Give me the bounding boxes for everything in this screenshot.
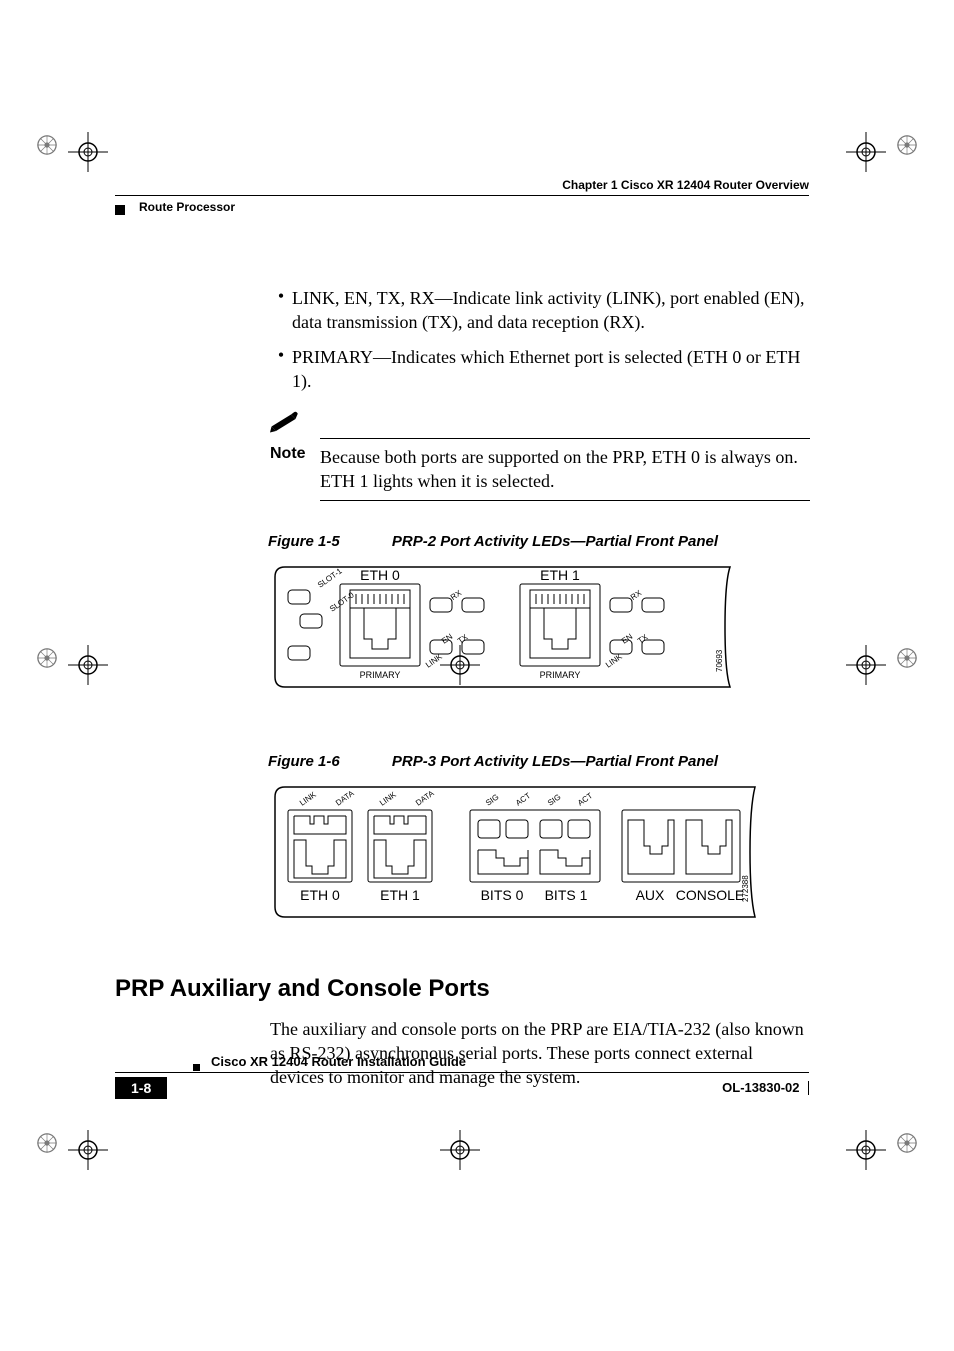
crosshair-icon <box>68 1130 108 1170</box>
figure-number: Figure 1-6 <box>268 753 340 770</box>
fig-label-sig: SIG <box>484 792 500 807</box>
figure-number: Figure 1-5 <box>268 533 340 550</box>
footer-title: Cisco XR 12404 Router Installation Guide <box>211 1054 466 1069</box>
footer-marker <box>193 1064 200 1071</box>
fig-label-tx: TX <box>636 632 650 646</box>
fig-label-link: LINK <box>298 789 318 807</box>
registration-mark <box>894 645 920 671</box>
fig-label-primary: PRIMARY <box>540 670 581 680</box>
crosshair-icon <box>846 645 886 685</box>
fig-label-eth0: ETH 0 <box>360 567 400 583</box>
fig-label-sig: SIG <box>546 792 562 807</box>
fig-label-eth1: ETH 1 <box>540 567 580 583</box>
fig-label-primary: PRIMARY <box>360 670 401 680</box>
bullet-text: PRIMARY—Indicates which Ethernet port is… <box>292 345 810 394</box>
fig-label-act: ACT <box>576 791 594 808</box>
figure-id: 272388 <box>741 875 750 902</box>
fig-label-bits1: BITS 1 <box>545 887 588 903</box>
document-id: OL-13830-02 <box>722 1080 809 1096</box>
bullet-marker: • <box>270 345 292 394</box>
registration-mark <box>894 132 920 158</box>
fig-label-slot0: SLOT-0 <box>328 590 356 613</box>
registration-mark <box>34 132 60 158</box>
fig-label-eth0: ETH 0 <box>300 887 340 903</box>
note-text: Because both ports are supported on the … <box>320 445 810 494</box>
bullet-text: LINK, EN, TX, RX—Indicate link activity … <box>292 286 810 335</box>
fig-label-console: CONSOLE <box>676 887 744 903</box>
section-heading: PRP Auxiliary and Console Ports <box>115 975 810 1003</box>
crosshair-icon <box>846 132 886 172</box>
footer: Cisco XR 12404 Router Installation Guide… <box>115 1072 809 1073</box>
crosshair-icon <box>846 1130 886 1170</box>
registration-mark <box>894 1130 920 1156</box>
pencil-icon <box>270 411 300 433</box>
header-chapter: Chapter 1 Cisco XR 12404 Router Overview <box>562 178 809 192</box>
bullet-marker: • <box>270 286 292 335</box>
figure-1-6: LINK DATA ETH 0 LINK DATA ETH 1 <box>270 782 810 927</box>
registration-mark <box>34 645 60 671</box>
fig-label-tx: TX <box>456 632 470 646</box>
header-marker <box>115 198 131 219</box>
fig-label-aux: AUX <box>636 887 665 903</box>
fig-label-data: DATA <box>334 788 356 807</box>
figure-id: 70693 <box>715 649 724 672</box>
fig-label-bits0: BITS 0 <box>481 887 524 903</box>
fig-label-data: DATA <box>414 788 436 807</box>
note-block: Note Because both ports are supported on… <box>270 411 810 501</box>
figure-title: PRP-2 Port Activity LEDs—Partial Front P… <box>392 533 718 550</box>
fig-label-act: ACT <box>514 791 532 808</box>
header-rule: Chapter 1 Cisco XR 12404 Router Overview… <box>115 195 809 196</box>
crosshair-icon <box>68 645 108 685</box>
figure-caption: Figure 1-5 PRP-2 Port Activity LEDs—Part… <box>268 533 810 550</box>
crosshair-icon <box>440 1130 480 1170</box>
note-label: Note <box>270 445 320 494</box>
figure-caption: Figure 1-6 PRP-3 Port Activity LEDs—Part… <box>268 753 810 770</box>
fig-label-eth1: ETH 1 <box>380 887 420 903</box>
bullet-item: • PRIMARY—Indicates which Ethernet port … <box>270 345 810 394</box>
page-number: 1-8 <box>115 1077 167 1099</box>
fig-label-link: LINK <box>378 789 398 807</box>
figure-1-5: ETH 0 ETH 1 SLOT-1 SLOT-0 <box>270 562 810 697</box>
crosshair-icon <box>68 132 108 172</box>
header-section: Route Processor <box>139 200 235 214</box>
registration-mark <box>34 1130 60 1156</box>
figure-title: PRP-3 Port Activity LEDs—Partial Front P… <box>392 753 718 770</box>
bullet-item: • LINK, EN, TX, RX—Indicate link activit… <box>270 286 810 335</box>
